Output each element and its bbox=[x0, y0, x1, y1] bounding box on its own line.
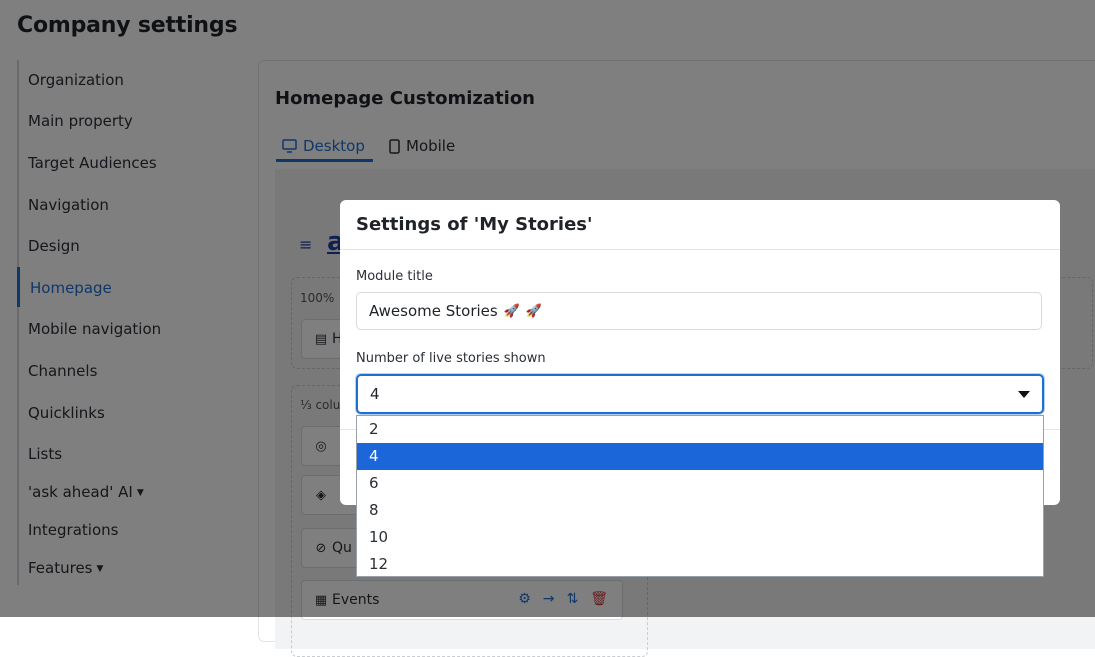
modal-title: Settings of 'My Stories' bbox=[340, 200, 1060, 250]
select-option[interactable]: 12 bbox=[357, 551, 1043, 576]
stories-count-select[interactable]: 4 bbox=[356, 374, 1044, 414]
select-option[interactable]: 6 bbox=[357, 470, 1043, 497]
rocket-emoji-icon: 🚀 bbox=[503, 303, 520, 319]
select-option[interactable]: 2 bbox=[357, 416, 1043, 443]
select-value: 4 bbox=[370, 385, 380, 403]
module-title-value: Awesome Stories bbox=[369, 302, 498, 320]
rocket-emoji-icon: 🚀 bbox=[525, 303, 543, 319]
select-option-selected[interactable]: 4 bbox=[357, 443, 1043, 470]
chevron-down-icon bbox=[1018, 390, 1030, 398]
module-title-input[interactable]: Awesome Stories 🚀 🚀 bbox=[356, 292, 1042, 330]
stories-count-options: 2 4 6 8 10 12 bbox=[356, 415, 1044, 577]
select-option[interactable]: 8 bbox=[357, 497, 1043, 524]
select-option[interactable]: 10 bbox=[357, 524, 1043, 551]
stories-count-label: Number of live stories shown bbox=[356, 351, 546, 366]
module-title-label: Module title bbox=[356, 269, 433, 284]
